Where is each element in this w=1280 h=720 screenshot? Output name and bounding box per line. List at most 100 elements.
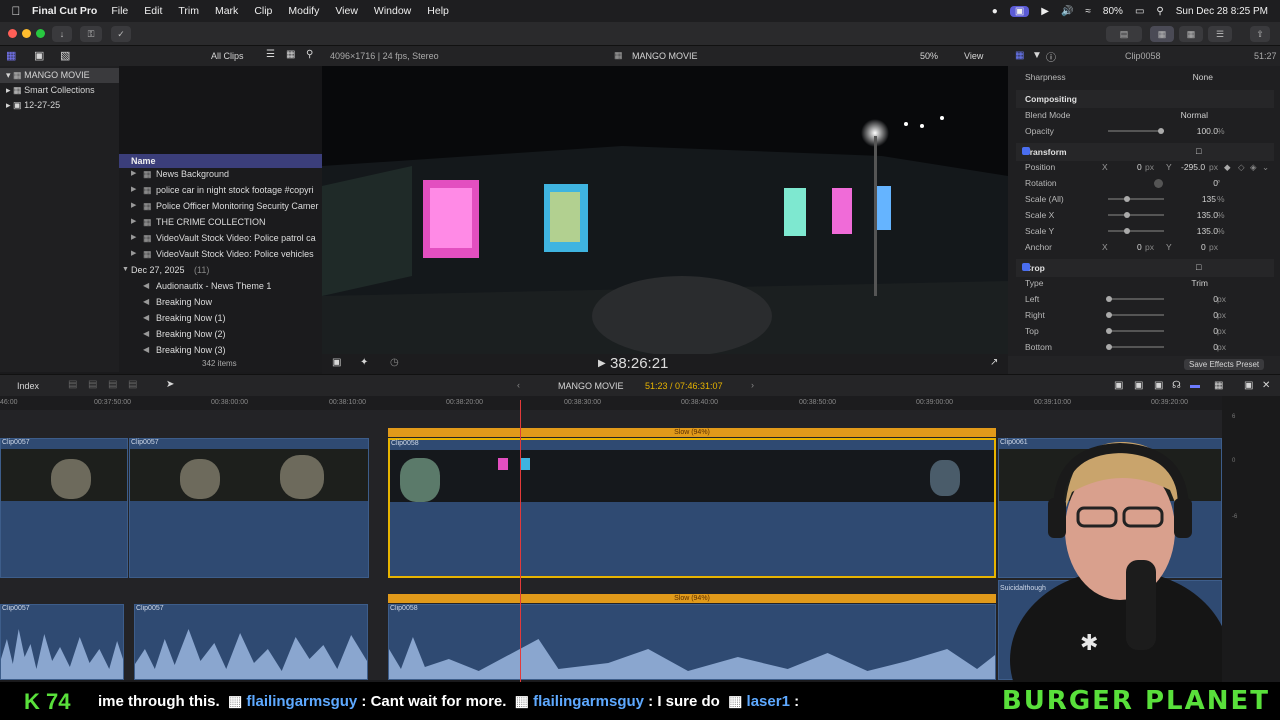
search-icon[interactable]: ⚲ [306,49,313,60]
timeline-project-name[interactable]: MANGO MOVIE [558,381,624,391]
inspector-toggle-icon[interactable]: ☰ [1208,26,1232,42]
crop-right-slider[interactable] [1108,314,1164,316]
speed-icon[interactable]: ◷ [390,357,399,368]
background-tasks-icon[interactable]: ✓ [111,26,131,42]
opacity-slider-knob[interactable] [1158,128,1164,134]
menu-clip[interactable]: Clip [254,5,272,17]
timeline-clip[interactable]: Clip0057 [129,438,369,578]
menu-help[interactable]: Help [427,5,449,17]
disclosure-icon[interactable]: ▸ [6,100,11,110]
insert-clip-icon[interactable]: ▤ [88,379,97,390]
onscreen-controls-icon[interactable]: □ [1196,146,1201,156]
add-keyframe-icon[interactable]: ◈ [1250,159,1257,175]
wifi-icon[interactable]: ≈ [1085,6,1091,17]
select-tool-icon[interactable]: ➤ [166,379,174,390]
clip-filter-dropdown[interactable]: All Clips [211,51,244,61]
close-icon[interactable]: ✕ [1262,380,1270,391]
menu-modify[interactable]: Modify [288,5,319,17]
crop-left-knob[interactable] [1106,296,1112,302]
chevron-down-icon[interactable]: ⌄ [1262,159,1269,175]
onscreen-controls-icon[interactable]: □ [1196,262,1201,272]
crop-top-knob[interactable] [1106,328,1112,334]
library-row[interactable]: ▾ ▦ MANGO MOVIE [0,68,119,83]
forward-arrow-icon[interactable]: › [751,380,754,390]
zoom-window-button[interactable] [36,29,45,38]
list-item[interactable]: ◀ Breaking Now [119,294,322,310]
list-item[interactable]: ◀ Audionautix - News Theme 1 [119,278,322,294]
list-item[interactable]: ◀ Breaking Now (3) [119,342,322,358]
anchor-y-value[interactable]: 0 [1201,239,1206,255]
menu-file[interactable]: File [111,5,128,17]
scale-x-slider[interactable] [1108,214,1164,216]
solo-icon[interactable]: ▣ [1154,380,1163,391]
scale-x-knob[interactable] [1124,212,1130,218]
color-inspector-icon[interactable]: ▼ [1032,50,1042,61]
play-button[interactable]: ▶ [598,358,606,369]
crop-bottom-slider[interactable] [1108,346,1164,348]
crop-checkbox[interactable] [1022,263,1030,271]
list-item[interactable]: ▶ ▦ THE CRIME COLLECTION [119,214,322,230]
timeline-ruler[interactable]: 46:00 00:37:50:00 00:38:00:00 00:38:10:0… [0,396,1222,410]
overwrite-clip-icon[interactable]: ▤ [128,379,137,390]
app-menu[interactable]: Final Cut Pro [32,5,97,17]
crop-right-knob[interactable] [1106,312,1112,318]
screen-share-icon[interactable]: ▣ [1009,5,1030,17]
snapping-icon[interactable]: ▬ [1190,380,1200,391]
enhance-icon[interactable]: ✦ [360,357,368,368]
audio-clip[interactable]: Clip0057 [0,604,124,680]
disclosure-icon[interactable]: ▼ [122,262,129,278]
list-view-icon[interactable]: ☰ [266,49,275,60]
clock[interactable]: Sun Dec 28 8:25 PM [1176,6,1268,17]
menu-view[interactable]: View [335,5,358,17]
opacity-value[interactable]: 100.0 [1197,123,1218,139]
timeline-clip[interactable]: Clip0057 [0,438,128,578]
photos-icon[interactable]: ▣ [34,49,44,62]
opacity-slider[interactable] [1108,130,1164,132]
fullscreen-icon[interactable]: ↗ [990,357,998,368]
headphones-icon[interactable]: ☊ [1172,380,1181,391]
anchor-x-value[interactable]: 0 [1137,239,1142,255]
workspace-icon[interactable]: ▤ [1106,26,1142,42]
scale-all-knob[interactable] [1124,196,1130,202]
volume-icon[interactable]: 🔊 [1061,6,1073,17]
menu-edit[interactable]: Edit [144,5,162,17]
keyframe-icon[interactable]: ◆ [1224,159,1231,175]
save-effects-preset-button[interactable]: Save Effects Preset [1184,359,1265,370]
list-item[interactable]: ▶ ▦ VideoVault Stock Video: Police vehicle… [119,246,322,262]
scale-x-value[interactable]: 135.0 [1197,207,1218,223]
sidebar-item-smart-collections[interactable]: ▸ ▦ Smart Collections [0,83,119,98]
audio-clip[interactable]: Clip0057 [134,604,368,680]
play-icon[interactable]: ▶ [1041,6,1049,17]
list-item[interactable]: ▶ ▦ Police Officer Monitoring Security Cam… [119,198,322,214]
sharpness-dropdown[interactable]: None [1193,69,1213,85]
audio-clip[interactable]: Clip0058 [388,604,996,680]
close-window-button[interactable] [8,29,17,38]
blend-mode-dropdown[interactable]: Normal [1181,107,1208,123]
list-item[interactable]: ◀ Breaking Now (1) [119,310,322,326]
video-inspector-icon[interactable]: ▦ [1015,50,1024,61]
search-icon[interactable]: ⚲ [1156,6,1163,17]
audio-skimming-icon[interactable]: ▣ [1114,380,1123,391]
library-icon[interactable]: ▦ [6,49,16,62]
compositing-section-header[interactable]: Compositing [1016,90,1274,108]
crop-left-slider[interactable] [1108,298,1164,300]
index-button[interactable]: Index [17,381,39,391]
timeline-toggle-icon[interactable]: ▦ [1179,26,1203,42]
list-item[interactable]: ▶ ▦ VideoVault Stock Video: Police patrol … [119,230,322,246]
list-item[interactable]: ▶ ▦ News Background [119,166,322,182]
event-group-row[interactable]: ▼ Dec 27, 2025 (11) [119,262,322,278]
timeline-index-icon[interactable]: ▣ [1244,380,1253,391]
keyword-icon[interactable]: ⚿ [80,26,102,42]
sidebar-item-event[interactable]: ▸ ▣ 12-27-25 [0,98,119,113]
browser-toggle-icon[interactable]: ▦ [1150,26,1174,42]
transform-checkbox[interactable] [1022,147,1030,155]
crop-bottom-knob[interactable] [1106,344,1112,350]
crop-top-slider[interactable] [1108,330,1164,332]
keyframe-icon[interactable]: ◇ [1238,159,1245,175]
view-dropdown[interactable]: View [964,51,983,61]
info-icon[interactable]: ⓘ [1046,49,1056,64]
back-arrow-icon[interactable]: ‹ [517,380,520,390]
connect-clip-icon[interactable]: ▤ [68,379,77,390]
append-clip-icon[interactable]: ▤ [108,379,117,390]
scale-y-slider[interactable] [1108,230,1164,232]
